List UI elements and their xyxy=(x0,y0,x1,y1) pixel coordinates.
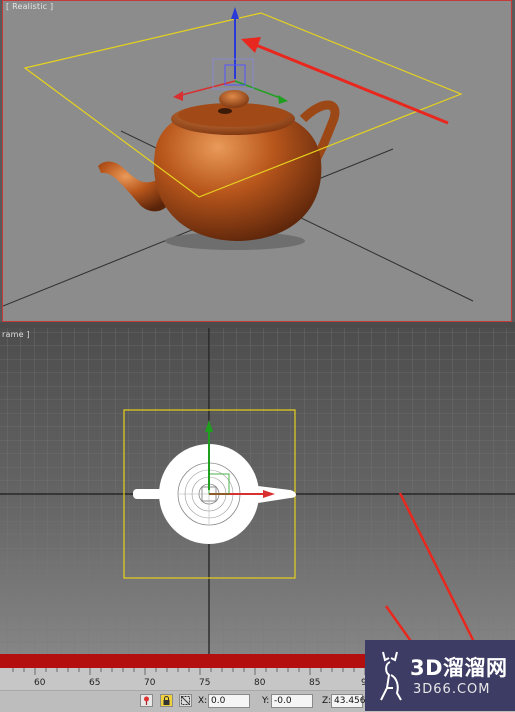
move-gizmo-icon[interactable] xyxy=(173,7,288,104)
teapot-lid-hole xyxy=(218,108,232,114)
top-viewport[interactable]: rame ] xyxy=(0,328,515,654)
lock-icon[interactable] xyxy=(160,694,173,707)
ruler-tick-label: 75 xyxy=(199,678,211,688)
perspective-viewport[interactable]: [ Realistic ] xyxy=(2,0,512,322)
ruler-tick-label: 60 xyxy=(34,678,46,688)
top-viewport-label[interactable]: rame ] xyxy=(2,330,30,339)
teapot-lid-knob xyxy=(219,90,249,108)
x-coord-label: X: xyxy=(198,696,208,706)
watermark-brand: 3D溜溜网 xyxy=(410,656,508,680)
watermark-url: 3D66.COM xyxy=(413,682,491,697)
ruler-tick-label: 70 xyxy=(144,678,156,688)
ruler-tick-label: 85 xyxy=(309,678,321,688)
z-coord-field[interactable]: 43.456 xyxy=(331,694,366,708)
deer-logo-icon xyxy=(380,651,402,701)
z-coord-label: Z: xyxy=(322,696,332,706)
top-view-scene xyxy=(0,328,515,654)
selection-icon[interactable] xyxy=(179,694,192,707)
y-coord-label: Y: xyxy=(262,696,270,706)
ruler-tick-label: 65 xyxy=(89,678,101,688)
y-coord-field[interactable]: -0.0 xyxy=(271,694,313,708)
ruler-tick-label: 80 xyxy=(254,678,266,688)
key-icon[interactable] xyxy=(140,694,153,707)
watermark-logo: 3D溜溜网 3D66.COM xyxy=(365,640,515,711)
x-coord-field[interactable]: 0.0 xyxy=(208,694,250,708)
perspective-scene xyxy=(3,7,474,307)
